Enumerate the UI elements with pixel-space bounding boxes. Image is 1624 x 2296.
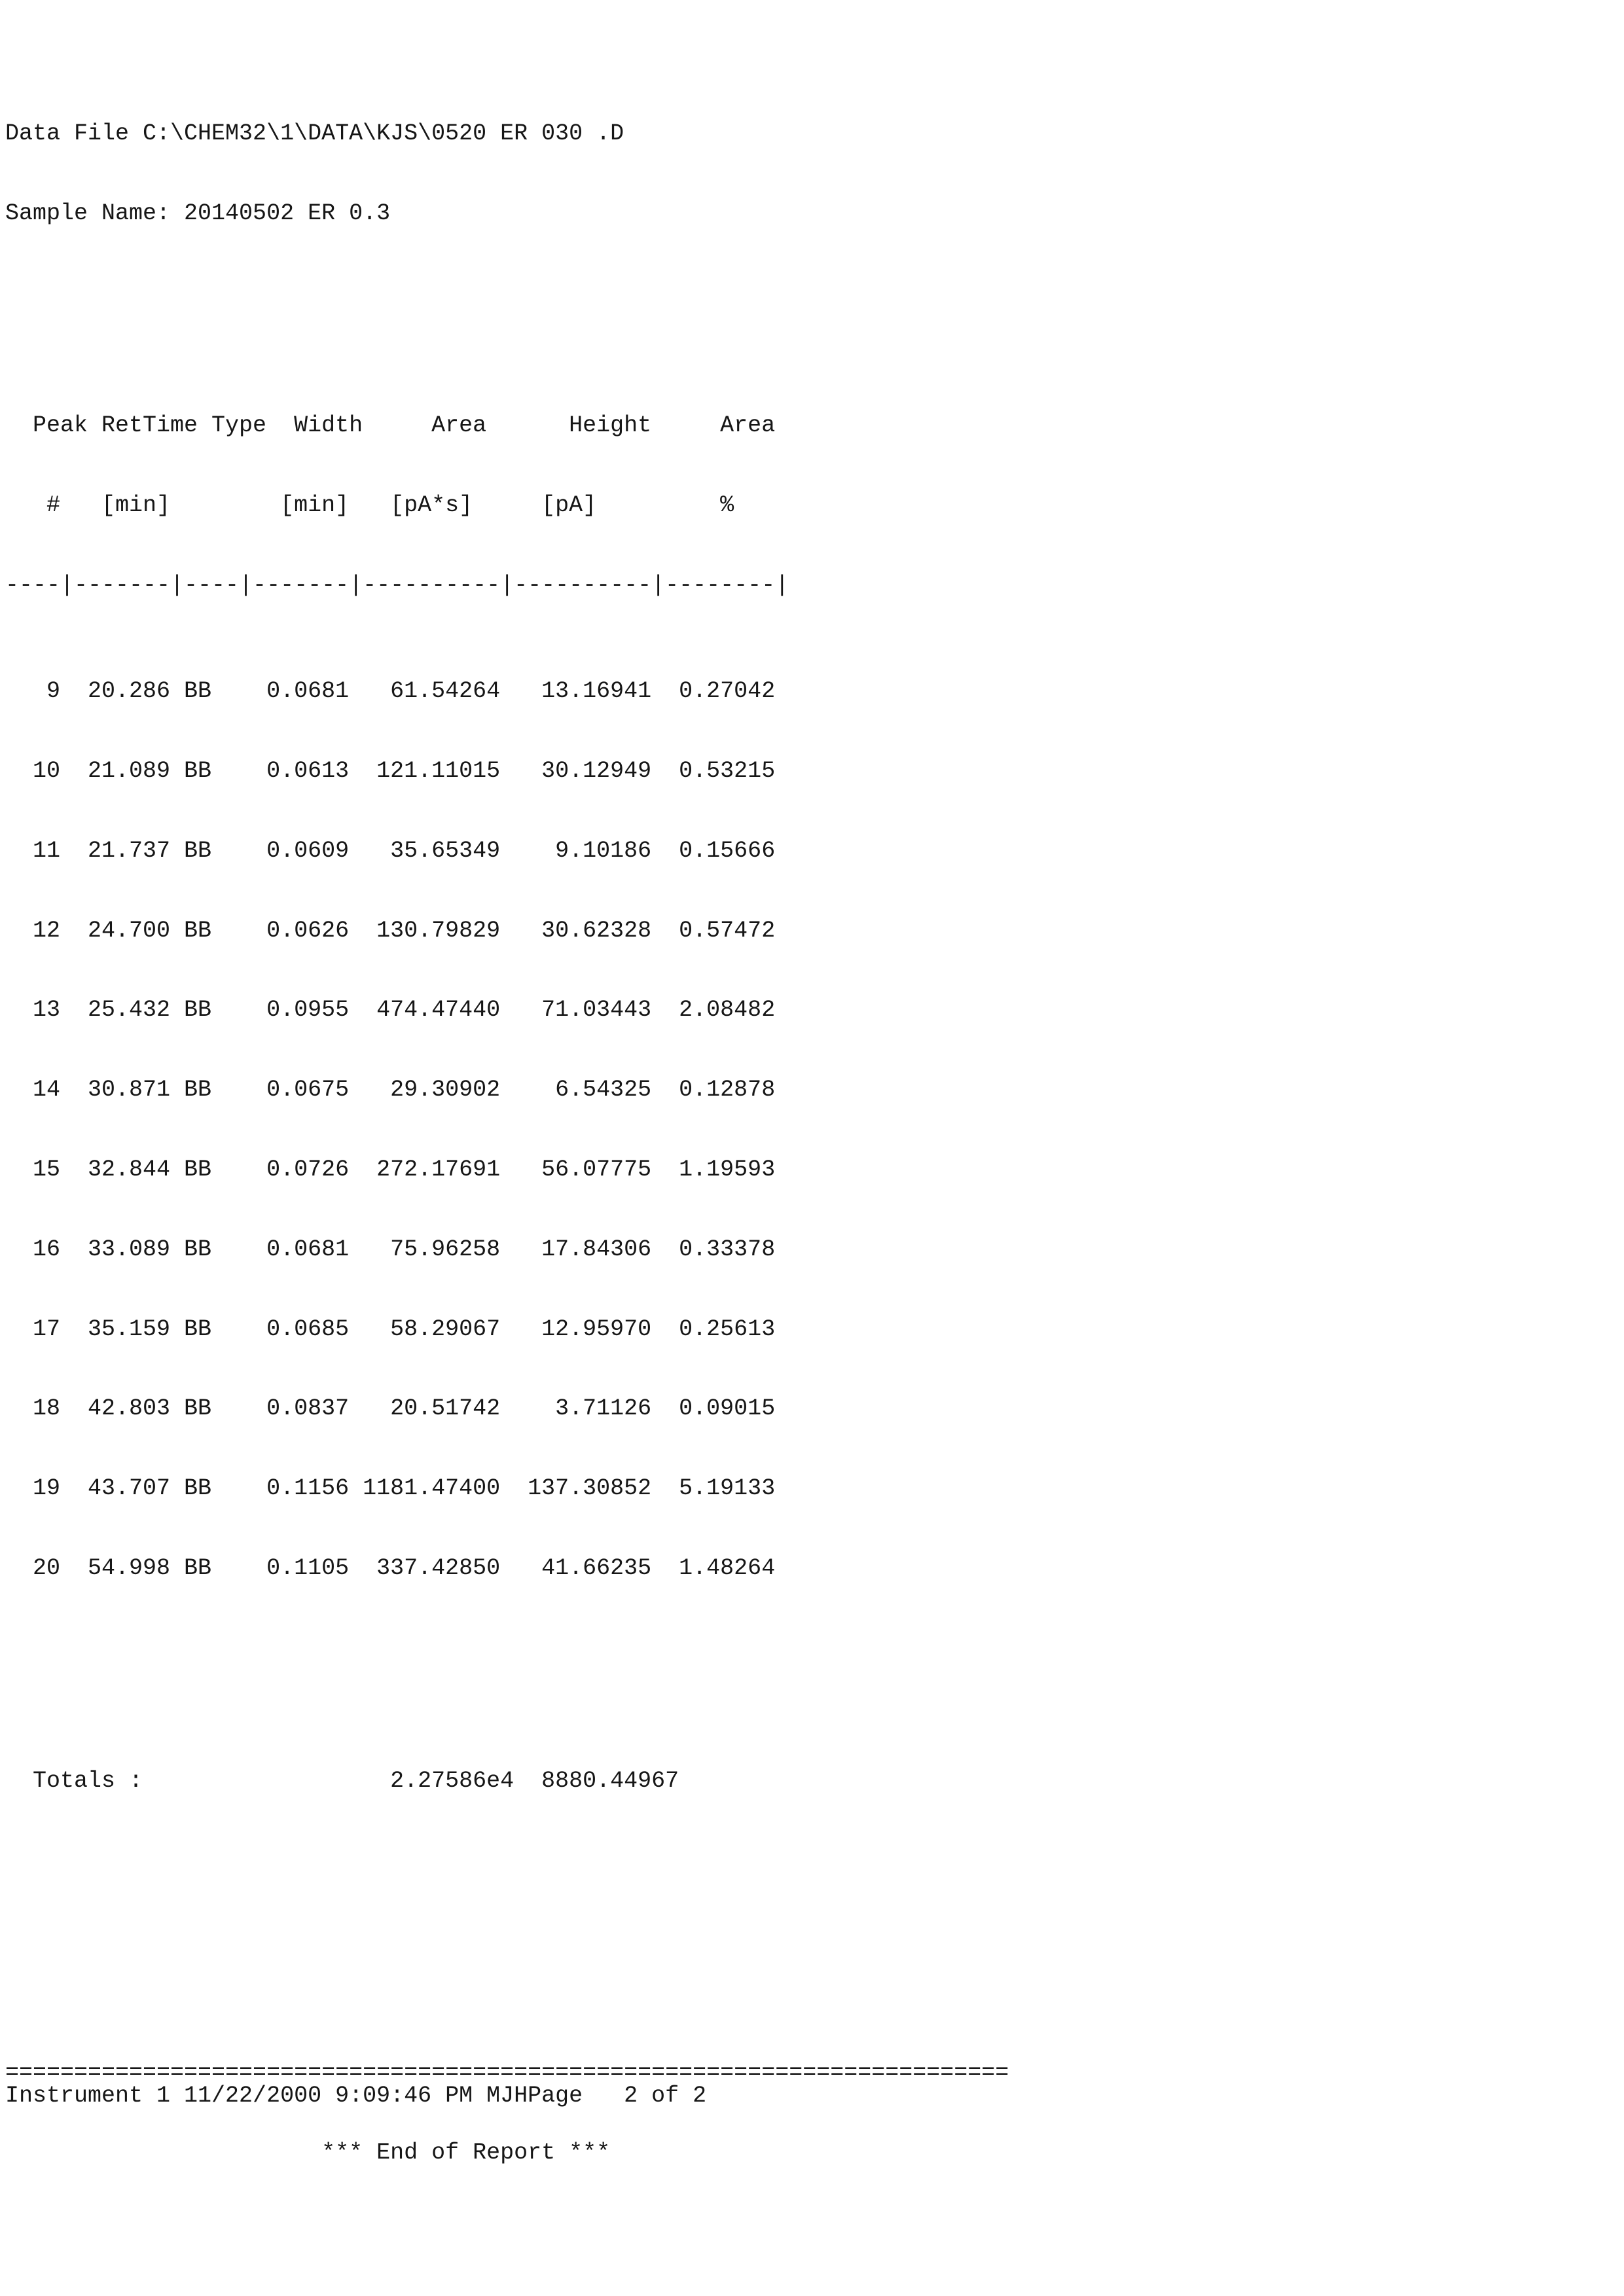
table-row: 17 35.159 BB 0.0685 58.29067 12.95970 0.…	[5, 1316, 776, 1342]
spacer-line	[5, 1661, 1009, 1688]
sample-name-line: Sample Name: 20140502 ER 0.3	[5, 200, 391, 226]
end-of-report-text: *** End of Report ***	[5, 2139, 611, 2166]
table-row: 16 33.089 BB 0.0681 75.96258 17.84306 0.…	[5, 1236, 776, 1263]
data-file-line: Data File C:\CHEM32\1\DATA\KJS\0520 ER 0…	[5, 120, 624, 147]
table-header-row-1: Peak RetTime Type Width Area Height Area	[5, 412, 803, 439]
totals-row: Totals : 2.27586e4 8880.44967	[5, 1767, 679, 1794]
table-header-separator: ----|-------|----|-------|----------|---…	[5, 571, 789, 598]
table-row: 11 21.737 BB 0.0609 35.65349 9.10186 0.1…	[5, 837, 776, 864]
spacer-line	[5, 1954, 1009, 1981]
table-row: 13 25.432 BB 0.0955 474.47440 71.03443 2…	[5, 997, 776, 1024]
table-row: 14 30.871 BB 0.0675 29.30902 6.54325 0.1…	[5, 1077, 776, 1103]
report-content: Data File C:\CHEM32\1\DATA\KJS\0520 ER 0…	[5, 41, 1009, 2246]
spacer-line	[5, 306, 1009, 333]
page-footer: Instrument 1 11/22/2000 9:09:46 PM MJH P…	[5, 2083, 1619, 2109]
table-row: 10 21.089 BB 0.0613 121.11015 30.12949 0…	[5, 758, 776, 785]
table-row: 19 43.707 BB 0.1156 1181.47400 137.30852…	[5, 1475, 776, 1502]
table-row: 9 20.286 BB 0.0681 61.54264 13.16941 0.2…	[5, 678, 776, 705]
report-page: Data File C:\CHEM32\1\DATA\KJS\0520 ER 0…	[0, 0, 1624, 2296]
footer-page-number: Page 2 of 2	[528, 2083, 707, 2109]
spacer-line	[5, 1874, 1009, 1901]
table-row: 20 54.998 BB 0.1105 337.42850 41.66235 1…	[5, 1554, 776, 1581]
table-row: 15 32.844 BB 0.0726 272.17691 56.07775 1…	[5, 1156, 776, 1183]
table-row: 12 24.700 BB 0.0626 130.79829 30.62328 0…	[5, 917, 776, 944]
footer-instrument-info: Instrument 1 11/22/2000 9:09:46 PM MJH	[5, 2083, 528, 2109]
table-row: 18 42.803 BB 0.0837 20.51742 3.71126 0.0…	[5, 1395, 776, 1422]
table-header-row-2: # [min] [min] [pA*s] [pA] %	[5, 492, 762, 519]
